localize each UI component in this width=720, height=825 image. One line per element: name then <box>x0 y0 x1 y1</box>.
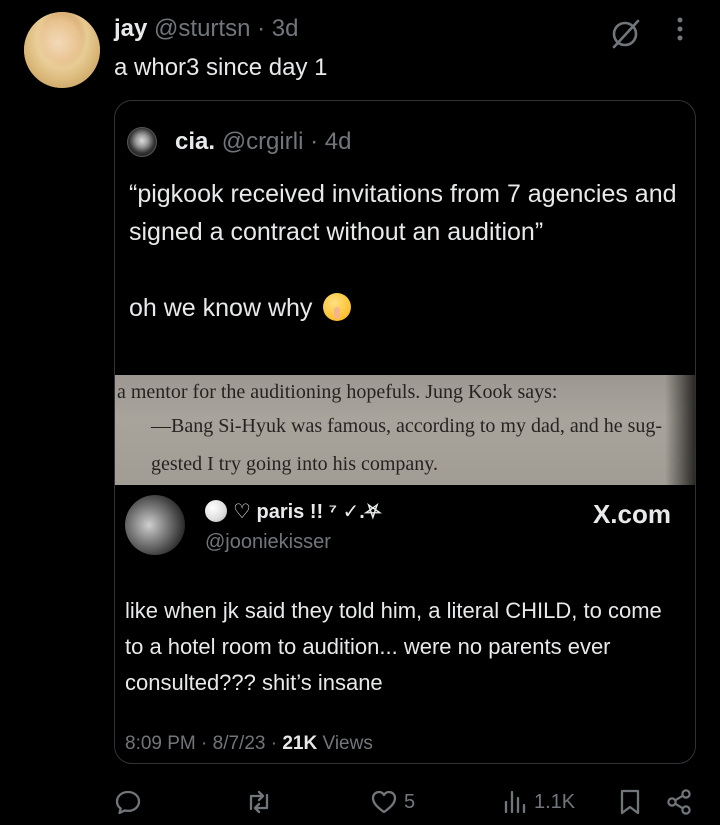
like-button[interactable]: 5 <box>370 786 415 818</box>
volleyball-icon <box>205 500 227 522</box>
post-text: a whor3 since day 1 <box>114 54 328 81</box>
author-handle[interactable]: @sturtsn <box>154 15 250 42</box>
quoted-post-card[interactable]: cia. @crgirli · 4d “pigkook received inv… <box>114 100 696 764</box>
quoted-post-header: cia. @crgirli · 4d <box>175 127 351 157</box>
quoted-text-line2: oh we know why <box>129 294 313 322</box>
embedded-views-count: 21K <box>282 733 318 754</box>
like-count: 5 <box>404 790 416 813</box>
heart-icon <box>371 790 397 814</box>
quoted-text-line1: “pigkook received invitations from 7 age… <box>129 180 677 246</box>
repost-button[interactable] <box>244 786 280 818</box>
book-line-2: —Bang Si-Hyuk was famous, according to m… <box>151 415 663 437</box>
quoted-header-separator: · <box>310 128 319 155</box>
grok-icon[interactable] <box>606 14 644 52</box>
repost-icon <box>249 790 269 814</box>
embedded-post-text: like when jk said they told him, a liter… <box>125 598 662 695</box>
quoted-author-handle: @crgirli <box>221 128 304 155</box>
reply-icon <box>115 790 141 815</box>
book-line-3: gested I try going into his company. <box>151 453 438 475</box>
book-line-1: a mentor for the auditioning hopefuls. J… <box>117 381 558 403</box>
embedded-author-handle: @jooniekisser <box>205 531 331 553</box>
more-options-icon[interactable] <box>668 14 692 44</box>
post-header: jay @sturtsn · 3d <box>114 14 298 44</box>
quoted-post-text: “pigkook received invitations from 7 age… <box>129 175 689 327</box>
share-icon <box>667 789 691 815</box>
book-page-image[interactable]: a mentor for the auditioning hopefuls. J… <box>115 375 695 485</box>
views-button[interactable]: 1.1K <box>502 786 575 818</box>
embedded-post-time: 8:09 PM · 8/7/23 · <box>125 733 283 754</box>
quoted-author-avatar <box>127 127 157 157</box>
action-bar: 5 1.1K <box>0 786 720 818</box>
header-separator: · <box>257 15 266 42</box>
embedded-author-name: ♡ paris !! ⁷ ✓.⛧ <box>205 499 381 525</box>
bookmark-button[interactable] <box>618 786 642 818</box>
embedded-author-avatar <box>125 495 185 555</box>
embedded-views-label: Views <box>317 733 373 754</box>
views-count: 1.1K <box>534 790 576 813</box>
quoted-post-age: 4d <box>324 128 352 155</box>
shushing-face-icon <box>323 293 352 321</box>
views-icon <box>504 790 526 814</box>
quoted-author-name: cia. <box>175 128 216 155</box>
share-button[interactable] <box>666 786 694 818</box>
post-age[interactable]: 3d <box>272 15 299 42</box>
source-label: X.com <box>592 499 671 529</box>
embedded-post-meta: 8:09 PM · 8/7/23 · 21K Views <box>125 731 373 757</box>
reply-button[interactable] <box>114 786 148 818</box>
author-avatar[interactable] <box>24 12 100 88</box>
author-name[interactable]: jay <box>114 15 147 42</box>
bookmark-icon <box>620 789 640 815</box>
